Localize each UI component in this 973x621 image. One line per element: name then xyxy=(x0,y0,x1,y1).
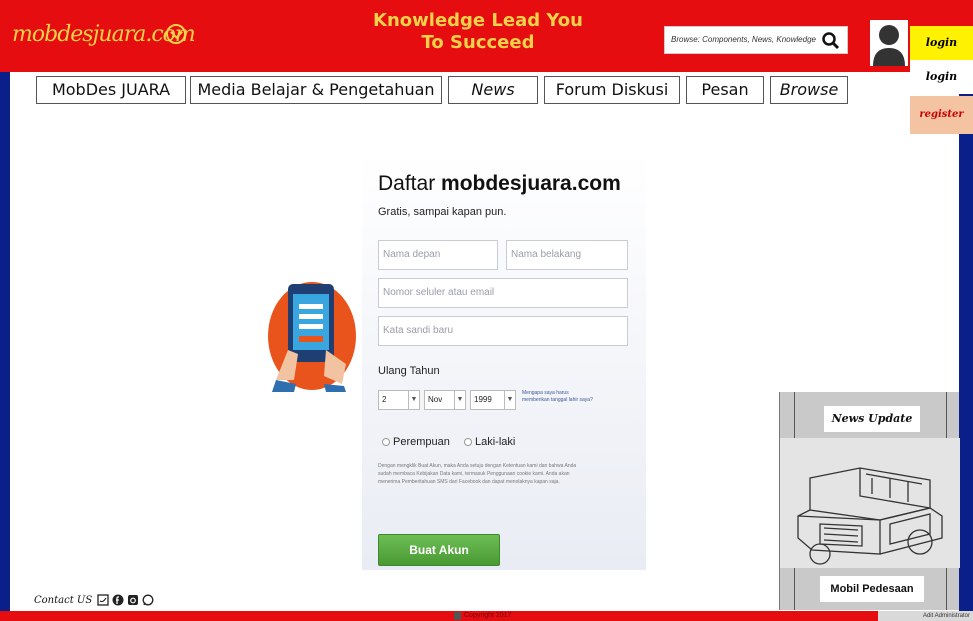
facebook-icon[interactable] xyxy=(112,594,124,606)
chevron-down-icon: ▼ xyxy=(504,391,515,409)
birthday-label: Ulang Tahun xyxy=(378,365,440,377)
birthday-why-link[interactable]: Mengapa saya harus memberikan tanggal la… xyxy=(522,390,594,404)
nav-item-forum-diskusi[interactable]: Forum Diskusi xyxy=(544,76,680,104)
search-icon[interactable] xyxy=(821,31,841,51)
nav-item-media-belajar[interactable]: Media Belajar & Pengetahuan xyxy=(190,76,442,104)
create-account-button[interactable]: Buat Akun xyxy=(378,534,500,566)
check-circle-icon xyxy=(166,24,186,44)
search-input[interactable]: Browse: Components, News, Knowledge xyxy=(671,35,816,44)
birthday-year-select[interactable]: 1999 ▼ xyxy=(470,390,516,410)
right-frame-bar xyxy=(959,88,973,621)
birthday-day-select[interactable]: 2 ▼ xyxy=(378,390,420,410)
signup-subtitle: Gratis, sampai kapan pun. xyxy=(378,206,507,218)
whatsapp-icon[interactable] xyxy=(142,594,154,606)
instagram-icon[interactable] xyxy=(127,594,139,606)
chevron-down-icon: ▼ xyxy=(408,391,419,409)
user-avatar-icon[interactable] xyxy=(870,20,908,66)
birthday-day-value: 2 xyxy=(382,395,387,404)
password-field[interactable]: Kata sandi baru xyxy=(378,316,628,346)
panel-divider xyxy=(794,568,795,610)
site-tagline: Knowledge Lead You To Succeed xyxy=(373,10,583,53)
gender-female-option[interactable]: Perempuan xyxy=(382,436,450,448)
footer-copyright: Copyright 2017 xyxy=(464,612,512,619)
radio-icon[interactable] xyxy=(382,438,390,446)
birthday-year-value: 1999 xyxy=(474,395,492,404)
signup-title-prefix: Daftar xyxy=(378,172,436,195)
login-button[interactable]: login xyxy=(910,26,973,60)
register-button[interactable]: register xyxy=(910,96,973,134)
pickup-truck-image[interactable] xyxy=(780,438,960,568)
admin-link[interactable]: Adit Administrator xyxy=(878,611,973,621)
nav-item-news[interactable]: News xyxy=(448,76,538,104)
news-caption[interactable]: Mobil Pedesaan xyxy=(820,576,924,602)
left-frame-bar xyxy=(0,0,10,621)
radio-icon[interactable] xyxy=(464,438,472,446)
birthday-month-value: Nov xyxy=(428,395,443,404)
contact-section: Contact US xyxy=(34,594,154,606)
last-name-field[interactable]: Nama belakang xyxy=(506,240,628,270)
contact-label: Contact US xyxy=(34,594,93,606)
news-panel: News Update Mobil Pedesaan xyxy=(779,392,960,610)
copyright-icon xyxy=(454,612,461,620)
gender-male-option[interactable]: Laki-laki xyxy=(464,436,515,448)
twitter-icon[interactable] xyxy=(97,594,109,606)
first-name-field[interactable]: Nama depan xyxy=(378,240,498,270)
signup-form: Daftar mobdesjuara.com Gratis, sampai ka… xyxy=(362,150,646,570)
signup-title-site: mobdesjuara.com xyxy=(441,172,621,195)
terms-text: Dengan mengklik Buat Akun, maka Anda set… xyxy=(378,463,577,485)
chevron-down-icon: ▼ xyxy=(454,391,465,409)
panel-divider xyxy=(794,392,795,438)
nav-item-browse[interactable]: Browse xyxy=(770,76,848,104)
panel-divider xyxy=(946,568,947,610)
birthday-month-select[interactable]: Nov ▼ xyxy=(424,390,466,410)
gender-female-label: Perempuan xyxy=(393,436,450,448)
news-update-title[interactable]: News Update xyxy=(824,406,920,432)
nav-item-pesan[interactable]: Pesan xyxy=(686,76,764,104)
gender-male-label: Laki-laki xyxy=(475,436,516,448)
nav-item-mobdes-juara[interactable]: MobDes JUARA xyxy=(36,76,186,104)
search-box[interactable]: Browse: Components, News, Knowledge xyxy=(664,26,848,54)
contact-field[interactable]: Nomor seluler atau email xyxy=(378,278,628,308)
signup-title: Daftar mobdesjuara.com xyxy=(378,172,621,196)
header: mobdesjuara.com Knowledge Lead You To Su… xyxy=(0,0,973,72)
login-link[interactable]: login xyxy=(910,60,973,94)
tablet-illustration-icon xyxy=(268,282,356,392)
panel-divider xyxy=(946,392,947,438)
footer: Copyright 2017 Adit Administrator xyxy=(0,611,973,621)
